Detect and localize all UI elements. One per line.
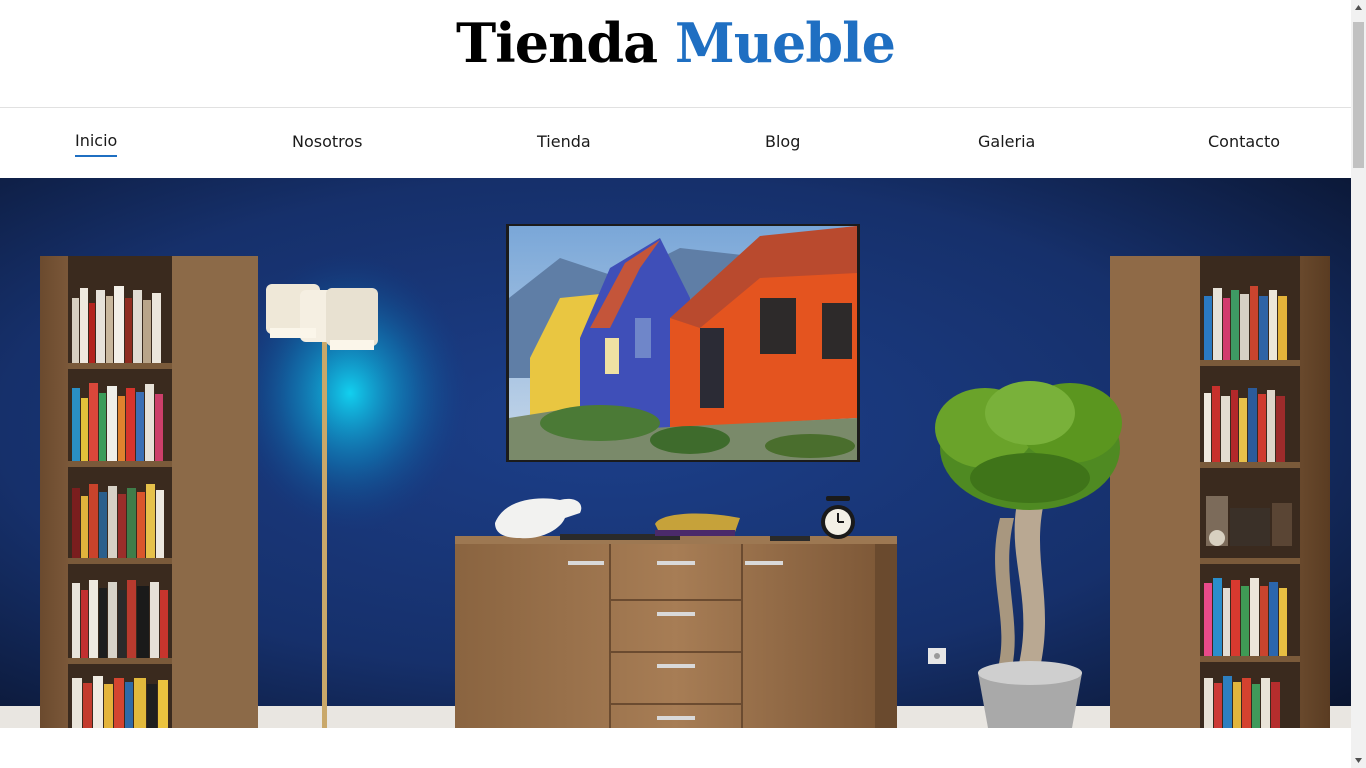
page: Tienda Mueble Inicio Nosotros Tienda Blo…	[0, 0, 1351, 768]
nav-item-inicio[interactable]: Inicio	[75, 131, 118, 157]
nav-item-blog[interactable]: Blog	[765, 132, 800, 152]
nav-item-contacto[interactable]: Contacto	[1208, 132, 1280, 152]
logo-accent-text: Mueble	[674, 11, 896, 75]
scroll-up-button[interactable]	[1351, 0, 1366, 15]
nav-item-galeria[interactable]: Galeria	[978, 132, 1035, 152]
scrollbar-thumb[interactable]	[1353, 22, 1364, 168]
wall-painting	[506, 224, 860, 462]
nav-item-nosotros[interactable]: Nosotros	[292, 132, 363, 152]
left-bookshelf	[40, 256, 258, 728]
dresser	[455, 536, 897, 728]
hero-image	[0, 178, 1351, 728]
right-bookshelf	[1110, 256, 1330, 728]
logo-primary-text: Tienda	[456, 11, 658, 75]
arrow-down-icon	[1355, 758, 1362, 763]
nav-item-tienda[interactable]: Tienda	[537, 132, 591, 152]
arrow-up-icon	[1355, 5, 1362, 10]
site-logo[interactable]: Tienda Mueble	[0, 10, 1351, 76]
site-header: Tienda Mueble	[0, 0, 1351, 108]
main-nav: Inicio Nosotros Tienda Blog Galeria Cont…	[0, 108, 1351, 178]
hero-banner	[0, 178, 1351, 728]
vertical-scrollbar[interactable]	[1351, 0, 1366, 768]
scroll-down-button[interactable]	[1351, 753, 1366, 768]
